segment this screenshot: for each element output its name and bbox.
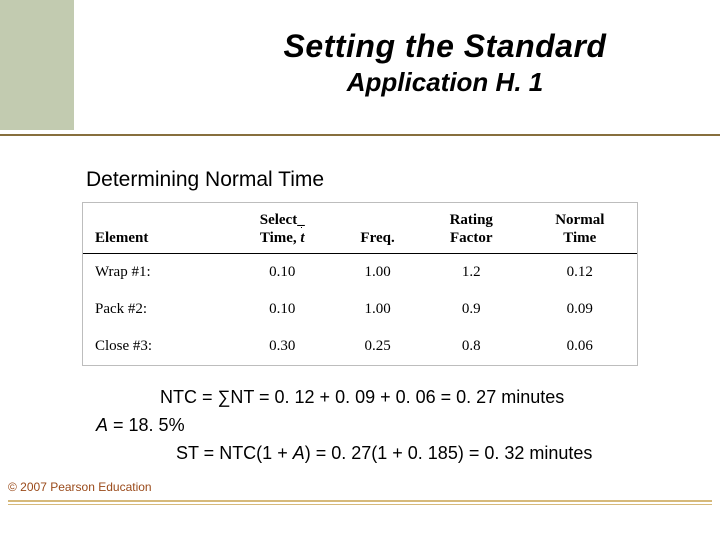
divider-top: [0, 134, 720, 136]
section-heading: Determining Normal Time: [86, 168, 324, 192]
col-select-time-l1: Select_: [260, 212, 305, 228]
equation-ntc: NTC = ∑NT = 0. 12 + 0. 09 + 0. 06 = 0. 2…: [160, 384, 592, 412]
equation-a-rest: = 18. 5%: [108, 415, 185, 435]
cell-rating: 1.2: [420, 254, 523, 291]
equation-st-rest: ) = 0. 27(1 + 0. 185) = 0. 32 minutes: [305, 443, 593, 463]
cell-normal: 0.12: [523, 254, 637, 291]
col-rating-l1: Rating: [450, 212, 493, 228]
table-row: Pack #2: 0.10 1.00 0.9 0.09: [83, 291, 637, 328]
var-a: A: [96, 415, 108, 435]
cell-rating: 0.8: [420, 328, 523, 365]
col-select-time: Select_ Time, t: [229, 203, 335, 254]
equation-a: A = 18. 5%: [96, 412, 592, 440]
col-element: Element: [83, 203, 229, 254]
slide-title: Setting the Standard: [190, 28, 700, 65]
cell-normal: 0.06: [523, 328, 637, 365]
cell-element: Pack #2:: [83, 291, 229, 328]
equations-block: NTC = ∑NT = 0. 12 + 0. 09 + 0. 06 = 0. 2…: [96, 384, 592, 468]
t-bar-icon: t: [300, 229, 304, 247]
divider-bottom-2: [8, 504, 712, 505]
table-row: Wrap #1: 0.10 1.00 1.2 0.12: [83, 254, 637, 291]
cell-element: Close #3:: [83, 328, 229, 365]
col-select-time-l2a: Time,: [260, 230, 301, 246]
table-header-row: Element Select_ Time, t Freq. Rating Fac…: [83, 203, 637, 254]
title-block: Setting the Standard Application H. 1: [190, 28, 700, 98]
col-rating: Rating Factor: [420, 203, 523, 254]
cell-element: Wrap #1:: [83, 254, 229, 291]
cell-normal: 0.09: [523, 291, 637, 328]
col-rating-l2: Factor: [450, 230, 492, 246]
table-row: Close #3: 0.30 0.25 0.8 0.06: [83, 328, 637, 365]
cell-freq: 1.00: [335, 254, 420, 291]
cell-select-time: 0.30: [229, 328, 335, 365]
table: Element Select_ Time, t Freq. Rating Fac…: [83, 203, 637, 365]
slide-subtitle: Application H. 1: [190, 67, 700, 98]
col-normal: Normal Time: [523, 203, 637, 254]
divider-bottom-1: [8, 500, 712, 502]
slide: Setting the Standard Application H. 1 De…: [0, 0, 720, 540]
cell-rating: 0.9: [420, 291, 523, 328]
cell-freq: 0.25: [335, 328, 420, 365]
corner-accent: [0, 0, 74, 130]
equation-st-prefix: ST = NTC(1 +: [176, 443, 293, 463]
cell-select-time: 0.10: [229, 291, 335, 328]
col-normal-l1: Normal: [555, 212, 604, 228]
equation-st: ST = NTC(1 + A) = 0. 27(1 + 0. 185) = 0.…: [176, 440, 592, 468]
copyright: © 2007 Pearson Education: [8, 480, 152, 494]
col-freq: Freq.: [335, 203, 420, 254]
col-normal-l2: Time: [563, 230, 596, 246]
var-a-2: A: [293, 443, 305, 463]
normal-time-table: Element Select_ Time, t Freq. Rating Fac…: [82, 202, 638, 366]
cell-select-time: 0.10: [229, 254, 335, 291]
cell-freq: 1.00: [335, 291, 420, 328]
